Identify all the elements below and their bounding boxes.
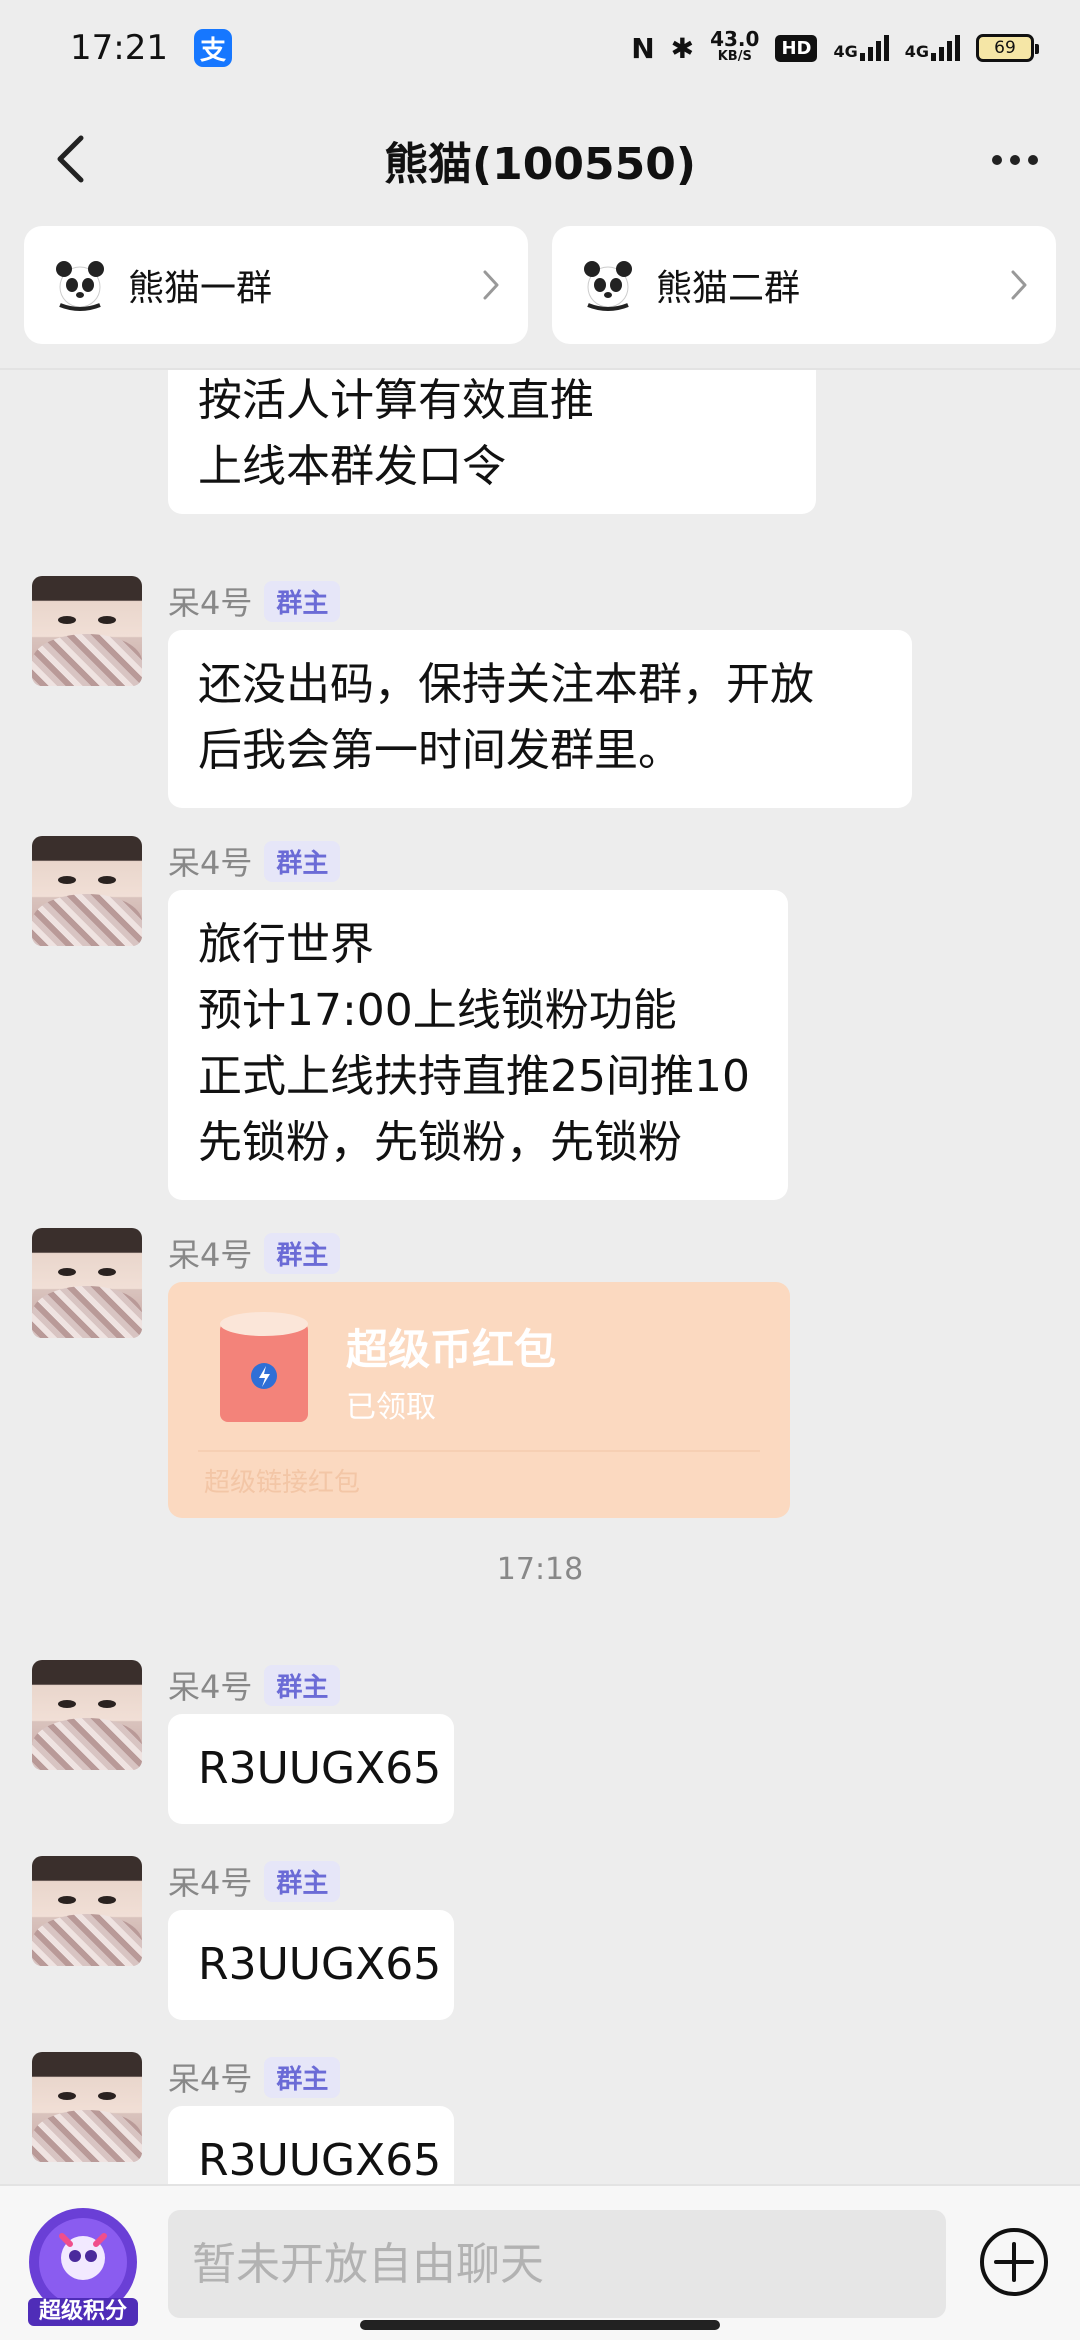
more-options-button[interactable] [980, 132, 1050, 188]
chevron-left-icon [57, 135, 84, 183]
message-bubble[interactable]: R3UUGX65 [168, 2106, 454, 2184]
role-badge: 群主 [264, 2056, 341, 2098]
sender-info: 呆4号 群主 [168, 2056, 341, 2098]
alipay-icon: 支 [193, 29, 232, 67]
home-indicator[interactable] [360, 2320, 720, 2330]
sender-info: 呆4号 群主 [168, 1232, 341, 1274]
input-bar: 超级积分 [0, 2184, 1080, 2340]
sender-name: 呆4号 [168, 1236, 253, 1274]
role-badge: 群主 [264, 1860, 341, 1902]
dot-icon [992, 155, 1002, 165]
red-packet-footer: 超级链接红包 [204, 1468, 361, 1498]
message-bubble[interactable]: 还没出码，保持关注本群，开放 后我会第一时间发群里。 [168, 630, 912, 808]
status-bar: 17:21 支 N ✱ 43.0 KB/S HD 4G 4G 69 [0, 0, 1080, 96]
sender-name: 呆4号 [168, 2060, 253, 2098]
group-links: 熊猫一群 熊猫二群 [24, 226, 1056, 344]
signal-4g-icon-2: 4G [905, 35, 960, 61]
message-bubble[interactable]: R3UUGX65 [168, 1910, 454, 2020]
sender-name: 呆4号 [168, 844, 253, 882]
avatar[interactable] [32, 1228, 142, 1338]
chat-messages[interactable]: 直推推每10直推扶持110大米 按活人计算有效直推 上线本群发口令 呆4号 群主… [0, 370, 1080, 2184]
red-packet-title: 超级币红包 [346, 1325, 557, 1374]
sender-info: 呆4号 群主 [168, 1860, 341, 1902]
group-name: 熊猫一群 [128, 268, 273, 309]
sender-info: 呆4号 群主 [168, 1664, 341, 1706]
status-time: 17:21 [70, 28, 168, 68]
chat-header: 熊猫(100550) [0, 96, 1080, 224]
red-packet-icon [220, 1312, 308, 1422]
avatar[interactable] [32, 836, 142, 946]
sender-name: 呆4号 [168, 1668, 253, 1706]
group-card-2[interactable]: 熊猫二群 [552, 226, 1056, 344]
avatar[interactable] [32, 2052, 142, 2162]
hd-voice-icon: HD [775, 34, 818, 62]
dot-icon [1028, 155, 1038, 165]
role-badge: 群主 [264, 580, 341, 622]
chevron-right-icon [483, 270, 499, 300]
net-speed: 43.0 KB/S [710, 27, 760, 64]
role-badge: 群主 [264, 1232, 341, 1274]
message-bubble[interactable]: 旅行世界 预计17:00上线锁粉功能 正式上线扶持直推25间推10 先锁粉，先锁… [168, 890, 788, 1200]
avatar[interactable] [32, 1660, 142, 1770]
dot-icon [1010, 155, 1020, 165]
sender-name: 呆4号 [168, 584, 253, 622]
bluetooth-icon: ✱ [670, 31, 695, 65]
sender-name: 呆4号 [168, 1864, 253, 1902]
sender-info: 呆4号 群主 [168, 840, 341, 882]
sender-info: 呆4号 群主 [168, 580, 341, 622]
panda-icon [56, 261, 104, 311]
page-title: 熊猫(100550) [384, 139, 696, 190]
message-timestamp: 17:18 [496, 1552, 584, 1587]
chevron-right-icon [1011, 270, 1027, 300]
super-points-label: 超级积分 [38, 2299, 127, 2324]
role-badge: 群主 [264, 840, 341, 882]
role-badge: 群主 [264, 1664, 341, 1706]
nfc-icon: N [631, 31, 655, 65]
message-bubble[interactable]: R3UUGX65 [168, 1714, 454, 1824]
avatar[interactable] [32, 1856, 142, 1966]
plus-circle-icon [980, 2228, 1048, 2296]
battery-icon: 69 [976, 34, 1039, 62]
super-points-button[interactable]: 超级积分 [22, 2206, 144, 2328]
add-attachment-button[interactable] [978, 2226, 1050, 2298]
red-packet-divider [198, 1450, 760, 1452]
signal-4g-icon: 4G [833, 35, 889, 61]
message-bubble[interactable]: 直推推每10直推扶持110大米 按活人计算有效直推 上线本群发口令 [168, 370, 816, 514]
chat-input[interactable] [168, 2210, 946, 2318]
group-card-1[interactable]: 熊猫一群 [24, 226, 528, 344]
red-packet-status: 已领取 [346, 1390, 436, 1425]
panda-icon [584, 261, 632, 311]
avatar[interactable] [32, 576, 142, 686]
red-packet-card[interactable]: 超级币红包 已领取 超级链接红包 [168, 1282, 790, 1518]
back-button[interactable] [40, 126, 100, 192]
group-name: 熊猫二群 [656, 268, 801, 309]
